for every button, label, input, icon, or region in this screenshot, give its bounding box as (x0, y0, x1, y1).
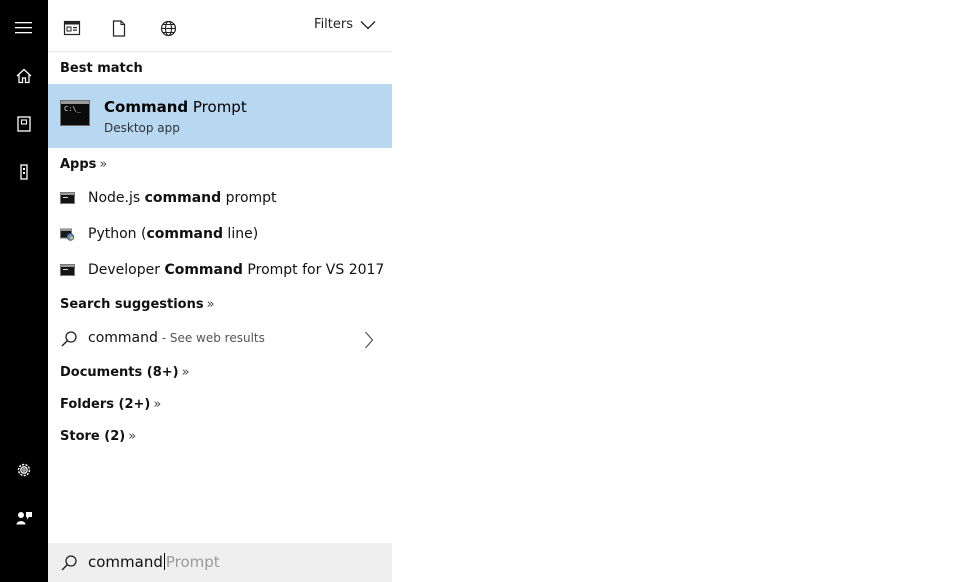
documents-scope-button[interactable] (103, 12, 135, 44)
console-icon (60, 192, 75, 204)
tower-button[interactable] (0, 148, 48, 196)
search-autocomplete-text: Prompt (165, 553, 220, 571)
best-match-subtitle: Desktop app (104, 121, 180, 135)
app-result-vs-dev-prompt[interactable]: Developer Command Prompt for VS 2017 (48, 253, 392, 289)
app-result-label: Node.js command prompt (88, 190, 277, 206)
web-suggestion-row[interactable]: command - See web results (48, 322, 392, 356)
chevron-right-icon (365, 331, 374, 349)
search-input[interactable]: command Prompt (88, 553, 220, 571)
store-category[interactable]: Store (2)» (60, 429, 136, 444)
best-match-result[interactable]: C:\_ Command Prompt Desktop app (48, 84, 392, 148)
start-rail (0, 0, 48, 582)
apps-scope-icon (63, 20, 81, 36)
feedback-button[interactable] (0, 494, 48, 542)
scope-toolbar: Filters (48, 0, 392, 52)
search-results-pane: Filters Best match C:\_ Command Prompt D… (48, 0, 392, 582)
feedback-icon (16, 512, 32, 525)
search-typed-text: command (88, 553, 163, 571)
apps-scope-button[interactable] (56, 12, 88, 44)
home-button[interactable] (0, 52, 48, 100)
python-console-icon (60, 228, 75, 241)
search-box[interactable]: command Prompt (48, 543, 392, 582)
notebook-icon (17, 116, 31, 132)
app-result-label: Developer Command Prompt for VS 2017 (88, 262, 385, 278)
documents-scope-icon (112, 19, 126, 37)
apps-heading[interactable]: Apps» (60, 157, 107, 172)
search-icon (61, 331, 77, 347)
console-icon (60, 264, 75, 276)
best-match-title: Command Prompt (104, 98, 247, 116)
gear-icon (17, 463, 31, 477)
app-result-python[interactable]: Python (command line) (48, 217, 392, 253)
filters-button[interactable]: Filters (314, 17, 376, 32)
app-result-label: Python (command line) (88, 226, 259, 242)
web-scope-button[interactable] (152, 12, 184, 44)
text-caret (163, 553, 165, 570)
hamburger-menu-icon (15, 22, 32, 34)
filters-label: Filters (314, 17, 353, 32)
notebook-button[interactable] (0, 100, 48, 148)
web-scope-icon (160, 20, 176, 36)
web-suggestion-text: command - See web results (88, 330, 265, 346)
folders-category[interactable]: Folders (2+)» (60, 397, 161, 412)
best-match-heading: Best match (60, 61, 143, 76)
chevron-down-icon (360, 20, 376, 29)
search-icon (61, 555, 77, 571)
home-icon (16, 68, 32, 84)
tower-icon (20, 164, 28, 180)
hamburger-menu-button[interactable] (0, 4, 48, 52)
settings-button[interactable] (0, 446, 48, 494)
command-prompt-icon: C:\_ (60, 100, 90, 126)
search-suggestions-heading[interactable]: Search suggestions» (60, 297, 215, 312)
app-result-nodejs[interactable]: Node.js command prompt (48, 181, 392, 217)
command-prompt-icon-text: C:\_ (64, 105, 81, 113)
documents-category[interactable]: Documents (8+)» (60, 365, 190, 380)
